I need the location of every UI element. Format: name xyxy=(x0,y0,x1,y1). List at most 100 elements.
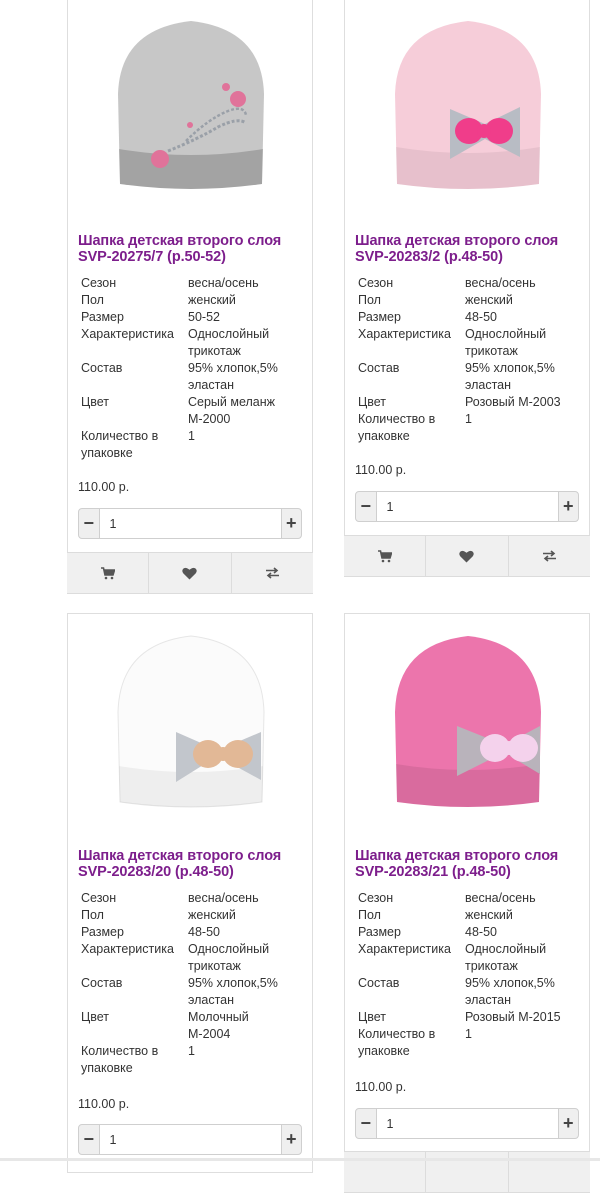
prop-value-color: Молочный М-2004 xyxy=(188,1009,309,1043)
prop-value-line: 95% хлопок,5% xyxy=(188,361,278,375)
add-to-wishlist-button[interactable] xyxy=(149,553,232,593)
quantity-input[interactable] xyxy=(376,491,558,522)
prop-label-gender: Пол xyxy=(81,293,104,307)
quantity-increase-button[interactable]: + xyxy=(280,508,302,539)
prop-value-line: эластан xyxy=(465,378,512,392)
product-image-link[interactable] xyxy=(345,0,589,215)
prop-label-size: Размер xyxy=(81,310,124,324)
prop-value-line: эластан xyxy=(188,378,235,392)
prop-label-line: упаковке xyxy=(358,1044,410,1058)
product-title-line[interactable]: Шапка детская второго слоя xyxy=(78,233,308,249)
quantity-stepper: − + xyxy=(355,491,579,522)
add-to-compare-button[interactable] xyxy=(509,536,590,576)
prop-value-line: Молочный xyxy=(188,1010,249,1024)
prop-value-composition: 95% хлопок,5% эластан xyxy=(465,360,586,394)
prop-value-season: весна/осень xyxy=(188,891,259,905)
quantity-decrease-button[interactable]: − xyxy=(355,491,377,522)
product-title-line[interactable]: SVP-20275/7 (р.50-52) xyxy=(78,249,308,265)
product-price: 110.00 р. xyxy=(355,463,407,477)
product-image-link[interactable] xyxy=(345,614,589,830)
product-card: Шапка детская второго слоя SVP-20275/7 (… xyxy=(67,0,313,594)
minus-icon: − xyxy=(83,1129,94,1149)
prop-label-line: упаковке xyxy=(358,429,410,443)
prop-value-line: трикотаж xyxy=(465,344,518,358)
plus-icon: + xyxy=(562,496,574,516)
quantity-input[interactable] xyxy=(99,508,281,539)
prop-label-size: Размер xyxy=(358,925,401,939)
prop-label-line: Количество в xyxy=(358,1027,436,1041)
product-price: 110.00 р. xyxy=(78,480,130,494)
compare-arrows-icon xyxy=(265,567,279,579)
quantity-increase-button[interactable]: + xyxy=(280,1124,302,1155)
minus-icon: − xyxy=(83,513,94,533)
prop-label-pack-qty: Количество в упаковке xyxy=(358,411,465,445)
product-card: Шапка детская второго слоя SVP-20283/21 … xyxy=(344,613,590,1193)
product-properties: Сезон весна/осень Пол женский Размер 50-52 … xyxy=(81,275,309,462)
page-bottom-divider xyxy=(0,1158,600,1161)
add-to-cart-button[interactable] xyxy=(67,553,150,593)
prop-value-size: 48-50 xyxy=(188,925,220,939)
prop-label-color: Цвет xyxy=(81,1010,110,1024)
product-properties: Сезон весна/осень Пол женский Размер 48-50 … xyxy=(358,275,586,445)
product-title[interactable]: Шапка детская второго слоя SVP-20283/20 … xyxy=(78,848,308,880)
add-to-wishlist-button[interactable] xyxy=(426,536,509,576)
prop-value-pack-qty: 1 xyxy=(188,1044,195,1058)
hat-image xyxy=(395,636,541,807)
prop-label-color: Цвет xyxy=(358,1010,387,1024)
prop-label-composition: Состав xyxy=(81,361,123,375)
quantity-increase-button[interactable]: + xyxy=(557,491,579,522)
prop-value-gender: женский xyxy=(465,293,513,307)
product-image-link[interactable] xyxy=(68,0,312,215)
product-title-line[interactable]: SVP-20283/20 (р.48-50) xyxy=(78,864,308,880)
prop-value-gender: женский xyxy=(188,293,236,307)
quantity-decrease-button[interactable]: − xyxy=(78,1124,100,1155)
add-to-compare-button[interactable] xyxy=(232,553,313,593)
prop-label-pack-qty: Количество в упаковке xyxy=(81,428,188,462)
product-title[interactable]: Шапка детская второго слоя SVP-20283/21 … xyxy=(355,848,585,880)
add-to-cart-button[interactable] xyxy=(344,536,427,576)
product-title-line[interactable]: Шапка детская второго слоя xyxy=(78,848,308,864)
prop-value-composition: 95% хлопок,5% эластан xyxy=(465,975,586,1009)
hat-image xyxy=(117,635,265,808)
prop-value-line: трикотаж xyxy=(188,344,241,358)
quantity-decrease-button[interactable]: − xyxy=(78,508,100,539)
prop-value-line: Однослойный xyxy=(188,942,270,956)
prop-value-size: 48-50 xyxy=(465,310,497,324)
product-title-line[interactable]: SVP-20283/21 (р.48-50) xyxy=(355,864,585,880)
product-title[interactable]: Шапка детская второго слоя SVP-20275/7 (… xyxy=(78,233,308,265)
prop-value-size: 48-50 xyxy=(465,925,497,939)
product-title-line[interactable]: SVP-20283/2 (р.48-50) xyxy=(355,249,585,265)
heart-icon xyxy=(182,567,198,579)
quantity-input[interactable] xyxy=(99,1124,281,1155)
prop-label-line: Количество в xyxy=(358,412,436,426)
prop-value-season: весна/осень xyxy=(465,891,536,905)
product-title-line[interactable]: Шапка детская второго слоя xyxy=(355,233,585,249)
quantity-stepper: − + xyxy=(78,1124,302,1155)
prop-value-pack-qty: 1 xyxy=(465,1027,472,1041)
prop-value-gender: женский xyxy=(188,908,236,922)
product-title[interactable]: Шапка детская второго слоя SVP-20283/2 (… xyxy=(355,233,585,265)
prop-label-pack-qty: Количество в упаковке xyxy=(81,1043,188,1077)
product-action-bar xyxy=(67,552,313,594)
plus-icon: + xyxy=(285,513,297,533)
plus-icon: + xyxy=(285,1129,297,1149)
prop-value-pack-qty: 1 xyxy=(465,412,472,426)
plus-icon: + xyxy=(562,1113,574,1133)
prop-value-size: 50-52 xyxy=(188,310,220,324)
product-image-link[interactable] xyxy=(68,614,312,830)
prop-value-line: эластан xyxy=(465,993,512,1007)
prop-label-line: Количество в xyxy=(81,1044,159,1058)
product-price: 110.00 р. xyxy=(355,1080,407,1094)
prop-label-characteristic: Характеристика xyxy=(358,327,451,341)
quantity-input[interactable] xyxy=(376,1108,558,1139)
quantity-decrease-button[interactable]: − xyxy=(355,1108,377,1139)
product-card: Шапка детская второго слоя SVP-20283/2 (… xyxy=(344,0,590,577)
prop-label-gender: Пол xyxy=(81,908,104,922)
prop-value-characteristic: Однослойный трикотаж xyxy=(188,941,309,975)
prop-label-gender: Пол xyxy=(358,293,381,307)
prop-label-season: Сезон xyxy=(358,891,394,905)
hat-image xyxy=(118,21,264,189)
product-title-line[interactable]: Шапка детская второго слоя xyxy=(355,848,585,864)
quantity-increase-button[interactable]: + xyxy=(557,1108,579,1139)
prop-value-characteristic: Однослойный трикотаж xyxy=(465,326,586,360)
